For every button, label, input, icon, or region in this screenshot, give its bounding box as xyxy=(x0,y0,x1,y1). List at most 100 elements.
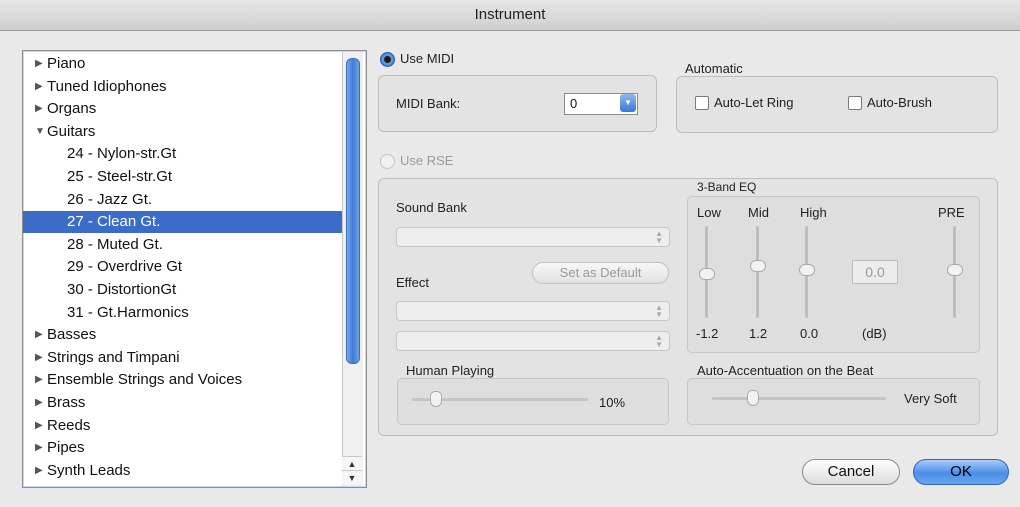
tree-instrument[interactable]: 24 - Nylon-str.Gt xyxy=(23,143,343,165)
eq-high-label: High xyxy=(800,205,827,220)
tree-item-label: 30 - DistortionGt xyxy=(67,281,177,298)
eq-panel xyxy=(687,196,980,353)
disclosure-open-icon[interactable]: ▼ xyxy=(35,121,45,143)
tree-instrument[interactable]: 26 - Jazz Gt. xyxy=(23,189,343,211)
disclosure-closed-icon[interactable]: ▶ xyxy=(35,460,43,482)
accentuation-track xyxy=(712,397,886,400)
auto-let-ring-label: Auto-Let Ring xyxy=(714,95,794,110)
use-rse-radio[interactable] xyxy=(380,154,395,169)
popup-arrows-icon: ▲ ▼ xyxy=(655,229,663,245)
tree-item-label: 24 - Nylon-str.Gt xyxy=(67,145,177,163)
tree-item-label: Guitars xyxy=(47,122,96,140)
midi-bank-combo[interactable]: 0 ▼ xyxy=(564,93,638,115)
tree-item-label: 29 - Overdrive Gt xyxy=(67,258,183,276)
instrument-tree[interactable]: ▶ Piano ▶ Tuned Idiophones ▶ Organs ▼ Guitars 24… xyxy=(22,50,367,488)
tree-category[interactable]: ▶ Tuned Idiophones xyxy=(23,76,343,98)
tree-item-label: 31 - Gt.Harmonics xyxy=(67,303,189,321)
tree-instrument[interactable]: 30 - DistortionGt xyxy=(23,279,343,301)
tree-item-label: 25 - Steel-str.Gt xyxy=(67,168,173,185)
tree-category[interactable]: ▶ Brass xyxy=(23,392,343,414)
tree-scrollbar-thumb[interactable] xyxy=(346,58,360,364)
effect-label: Effect xyxy=(396,275,430,290)
cancel-button[interactable]: Cancel xyxy=(802,459,900,485)
eq-pre-slider-knob[interactable] xyxy=(947,264,963,276)
sound-bank-label: Sound Bank xyxy=(396,200,467,215)
tree-category[interactable]: ▶ Organs xyxy=(23,98,343,120)
automatic-label: Automatic xyxy=(685,61,743,76)
tree-instrument[interactable]: 31 - Gt.Harmonics xyxy=(23,302,343,324)
popup-arrows-icon: ▲ ▼ xyxy=(655,303,663,319)
tree-instrument[interactable]: 25 - Steel-str.Gt xyxy=(23,166,343,188)
tree-item-label: 27 - Clean Gt. xyxy=(67,213,161,231)
eq-high-slider-knob[interactable] xyxy=(799,264,815,276)
tree-category[interactable]: ▶ Synth Leads xyxy=(23,460,343,482)
tree-category[interactable]: ▶ Pipes xyxy=(23,437,343,459)
tree-item-label: Synth Leads xyxy=(47,461,131,479)
eq-low-label: Low xyxy=(697,205,721,220)
tree-instrument[interactable]: 27 - Clean Gt. xyxy=(23,211,343,234)
accentuation-slider-knob[interactable] xyxy=(746,390,759,406)
tree-category[interactable]: ▶ Strings and Timpani xyxy=(23,347,343,369)
use-midi-label: Use MIDI xyxy=(400,51,455,66)
tree-item-label: Brass xyxy=(47,394,86,411)
tree-item-label: Tuned Idiophones xyxy=(47,77,167,95)
eq-mid-value: 1.2 xyxy=(749,326,768,341)
combo-arrow-icon[interactable]: ▼ xyxy=(620,94,636,112)
disclosure-closed-icon[interactable]: ▶ xyxy=(35,98,43,120)
disclosure-closed-icon[interactable]: ▶ xyxy=(35,392,43,414)
tree-category[interactable]: ▶ Basses xyxy=(23,324,343,346)
tree-item-label: Strings and Timpani xyxy=(47,348,180,366)
tree-category[interactable]: ▼ Guitars xyxy=(23,121,343,143)
eq-unit-label: (dB) xyxy=(862,326,887,341)
eq-mid-label: Mid xyxy=(748,205,769,220)
tree-item-label: 26 - Jazz Gt. xyxy=(67,190,153,208)
tree-category[interactable]: ▶ Reeds xyxy=(23,415,343,437)
tree-category[interactable]: ▶ Piano xyxy=(23,53,343,75)
tree-instrument[interactable]: 29 - Overdrive Gt xyxy=(23,256,343,278)
auto-brush-checkbox[interactable] xyxy=(848,96,862,110)
disclosure-closed-icon[interactable]: ▶ xyxy=(35,324,43,346)
auto-let-ring-checkbox[interactable] xyxy=(695,96,709,110)
set-as-default-button[interactable]: Set as Default xyxy=(532,262,669,284)
disclosure-closed-icon[interactable]: ▶ xyxy=(35,347,43,369)
disclosure-closed-icon[interactable]: ▶ xyxy=(35,415,43,437)
tree-item-label: Pipes xyxy=(47,439,85,457)
eq-title: 3-Band EQ xyxy=(697,180,757,194)
tree-item-label: Basses xyxy=(47,326,97,344)
human-playing-value: 10% xyxy=(599,395,626,410)
eq-mid-track xyxy=(756,226,759,318)
accentuation-label: Auto-Accentuation on the Beat xyxy=(697,363,874,378)
eq-low-slider-knob[interactable] xyxy=(699,268,715,281)
tree-item-label: Organs xyxy=(47,100,97,118)
eq-pre-label: PRE xyxy=(938,205,965,220)
tree-instrument[interactable]: 28 - Muted Gt. xyxy=(23,234,343,256)
disclosure-closed-icon[interactable]: ▶ xyxy=(35,437,43,459)
human-playing-label: Human Playing xyxy=(406,363,495,378)
tree-item-label: Piano xyxy=(47,55,86,72)
tree-item-label: 28 - Muted Gt. xyxy=(67,235,163,253)
disclosure-closed-icon[interactable]: ▶ xyxy=(35,76,43,98)
scroll-up-arrow-icon[interactable]: ▲ xyxy=(342,456,362,471)
disclosure-closed-icon[interactable]: ▶ xyxy=(35,53,43,75)
eq-low-value: -1.2 xyxy=(696,326,719,341)
disclosure-closed-icon[interactable]: ▶ xyxy=(35,369,43,391)
eq-high-value: 0.0 xyxy=(800,326,819,341)
eq-mid-slider-knob[interactable] xyxy=(750,259,766,272)
effect-popup-2[interactable]: ▲ ▼ xyxy=(396,331,670,351)
tree-category[interactable]: ▶ Ensemble Strings and Voices xyxy=(23,369,343,391)
tree-item-label: Ensemble Strings and Voices xyxy=(47,371,243,389)
sound-bank-popup[interactable]: ▲ ▼ xyxy=(396,227,670,247)
eq-gain-display: 0.0 xyxy=(852,260,898,284)
ok-button[interactable]: OK xyxy=(913,459,1009,485)
window-title: Instrument xyxy=(474,6,546,23)
midi-bank-value: 0 xyxy=(570,96,578,111)
use-midi-radio[interactable] xyxy=(380,52,395,67)
accentuation-value: Very Soft xyxy=(904,391,957,406)
human-playing-slider-knob[interactable] xyxy=(429,391,442,407)
midi-bank-label: MIDI Bank: xyxy=(396,96,461,111)
window-title-bar: Instrument xyxy=(0,0,1020,31)
use-rse-label: Use RSE xyxy=(400,153,454,168)
effect-popup-1[interactable]: ▲ ▼ xyxy=(396,301,670,321)
tree-item-label: Reeds xyxy=(47,416,91,434)
scroll-down-arrow-icon[interactable]: ▼ xyxy=(342,470,362,485)
